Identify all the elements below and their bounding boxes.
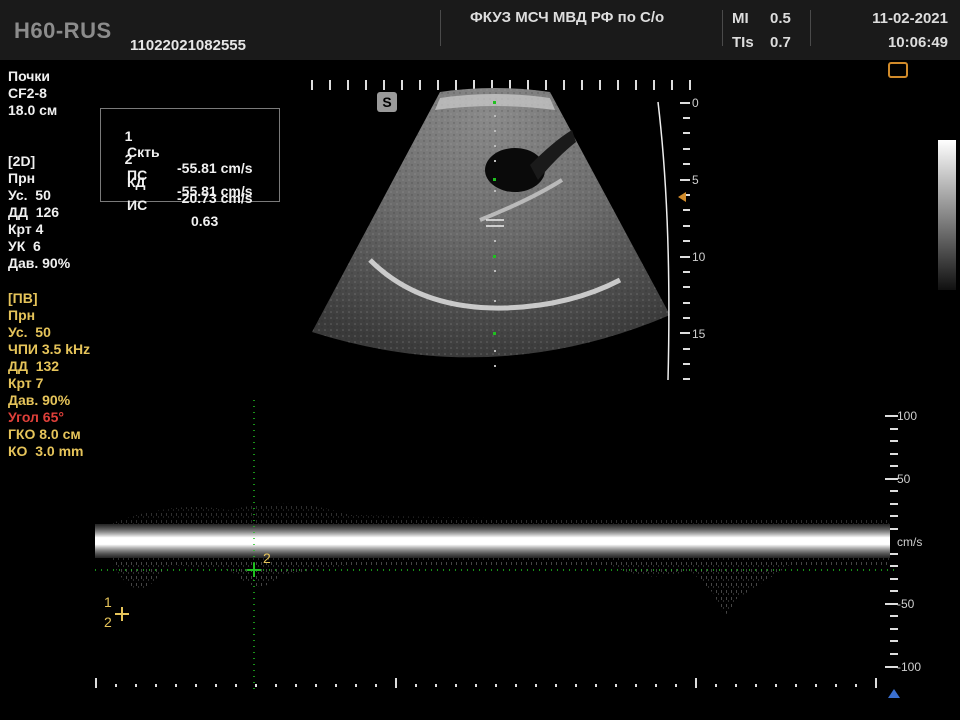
probe-label: CF2-8 [8,85,47,101]
header-divider [810,10,811,46]
meas-name: КД [127,174,146,190]
time-ruler [95,678,877,688]
probe-orientation-icon [888,62,908,78]
exam-time: 10:06:49 [887,34,948,51]
spectral-downflow [110,558,890,614]
param-pw: КО 3.0 mm [8,443,84,459]
meas-value: -55.81 cm/s [177,160,253,176]
preset-label: Почки [8,68,51,84]
param-2d: Крт 4 [8,221,44,237]
patient-id: 11022021082555 [130,37,246,54]
institution-name: ФКУЗ МСЧ МВД РФ по С/о [470,9,665,26]
device-model: H60-RUS [14,18,112,43]
velocity-tick-label: -100 [897,660,922,674]
steer-marker: S [377,92,397,112]
velocity-tick-label: -50 [897,597,915,611]
spectral-band [95,524,890,558]
param-2d: УК 6 [8,238,41,254]
exam-date: 11-02-2021 [872,10,948,27]
param-2d: Дав. 90% [8,255,71,271]
meas-value: 0.63 [191,213,219,229]
param-2d: Ус. 50 [8,187,51,203]
param-pw: Крт 7 [8,375,44,391]
param-pw: Ус. 50 [8,324,51,340]
velocity-unit-label: cm/s [897,535,923,549]
param-pw: ГКО 8.0 см [8,426,81,442]
measurement-row: ИС 0.63 [109,181,218,245]
param-pw: ДД 132 [8,358,60,374]
depth-ruler [680,102,690,380]
depth-tick-label: 15 [692,327,706,341]
param-2d: Прн [8,170,36,186]
depth-tick-label: 5 [692,173,699,187]
tis-label: TIs [732,34,754,51]
header-divider [722,10,723,46]
focus-position-icon [678,192,686,202]
velocity-tick-label: 50 [897,472,911,486]
meas-index: 2 [124,151,133,167]
param-pw: Прн [8,307,36,323]
grayscale-bar [938,140,956,290]
bmode-image [311,80,691,381]
mi-label: MI [732,10,749,27]
sweep-indicator-icon [888,689,900,698]
depth-label: 18.0 см [8,102,58,118]
measurement-box: 1 Скть -55.81 cm/s 2 ПС -55.81 cm/s КД -… [100,108,280,229]
header-divider [440,10,441,46]
caliper-label: 1 [104,594,112,610]
angle-label: Угол 65° [8,409,64,425]
depth-tick-label: 10 [692,250,706,264]
mode-2d-header: [2D] [8,153,36,169]
meas-value: -20.73 cm/s [177,190,253,206]
mode-pw-header: [ПВ] [8,290,38,306]
tis-value: 0.7 [770,34,791,51]
caliper-label: 2 [104,614,112,630]
param-pw: ЧПИ 3.5 kHz [8,341,91,357]
depth-tick-label: 0 [692,96,699,110]
param-pw: Дав. 90% [8,392,71,408]
caliper-1-cursor[interactable] [115,607,129,621]
velocity-tick-label: 100 [897,409,918,423]
doppler-spectrum [95,400,900,698]
tgc-curve [657,101,670,381]
mi-value: 0.5 [770,10,791,27]
caliper-label: 2 [263,550,271,566]
meas-name: ИС [127,197,148,213]
param-2d: ДД 126 [8,204,60,220]
